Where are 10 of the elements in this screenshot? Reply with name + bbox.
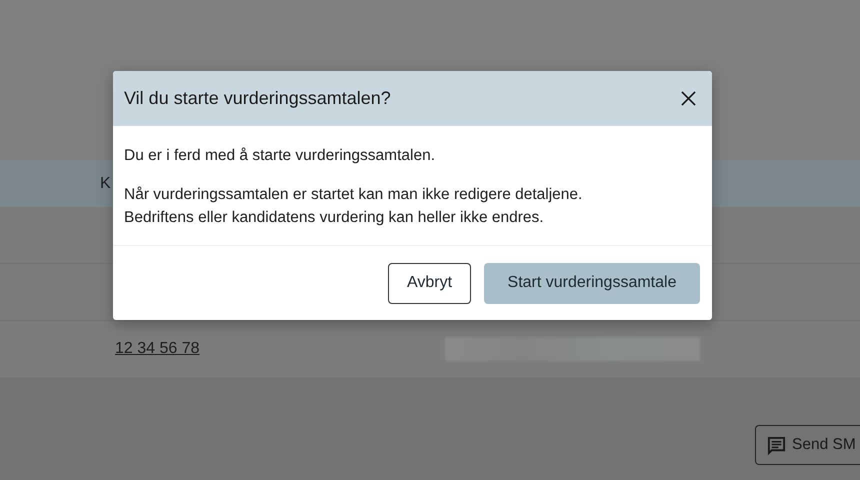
phone-link[interactable]: 12 34 56 78: [115, 340, 445, 358]
start-button[interactable]: Start vurderingssamtale: [484, 262, 700, 304]
cancel-button[interactable]: Avbryt: [388, 262, 471, 304]
dialog-text: Du er i ferd med å starte vurderingssamtalen.: [124, 146, 436, 166]
dialog-title: Vil du starte vurderingssamtalen?: [124, 88, 391, 109]
close-icon: [681, 91, 696, 106]
dialog-text: Når vurderingssamtalen er startet kan man ikke redigere detaljene. Bedriftens eller kandidatens vurdering kan heller ikke endres.: [124, 185, 584, 228]
send-sms-button[interactable]: Send SM: [755, 425, 860, 465]
column-header: K: [100, 174, 111, 192]
message-icon: [767, 436, 786, 454]
